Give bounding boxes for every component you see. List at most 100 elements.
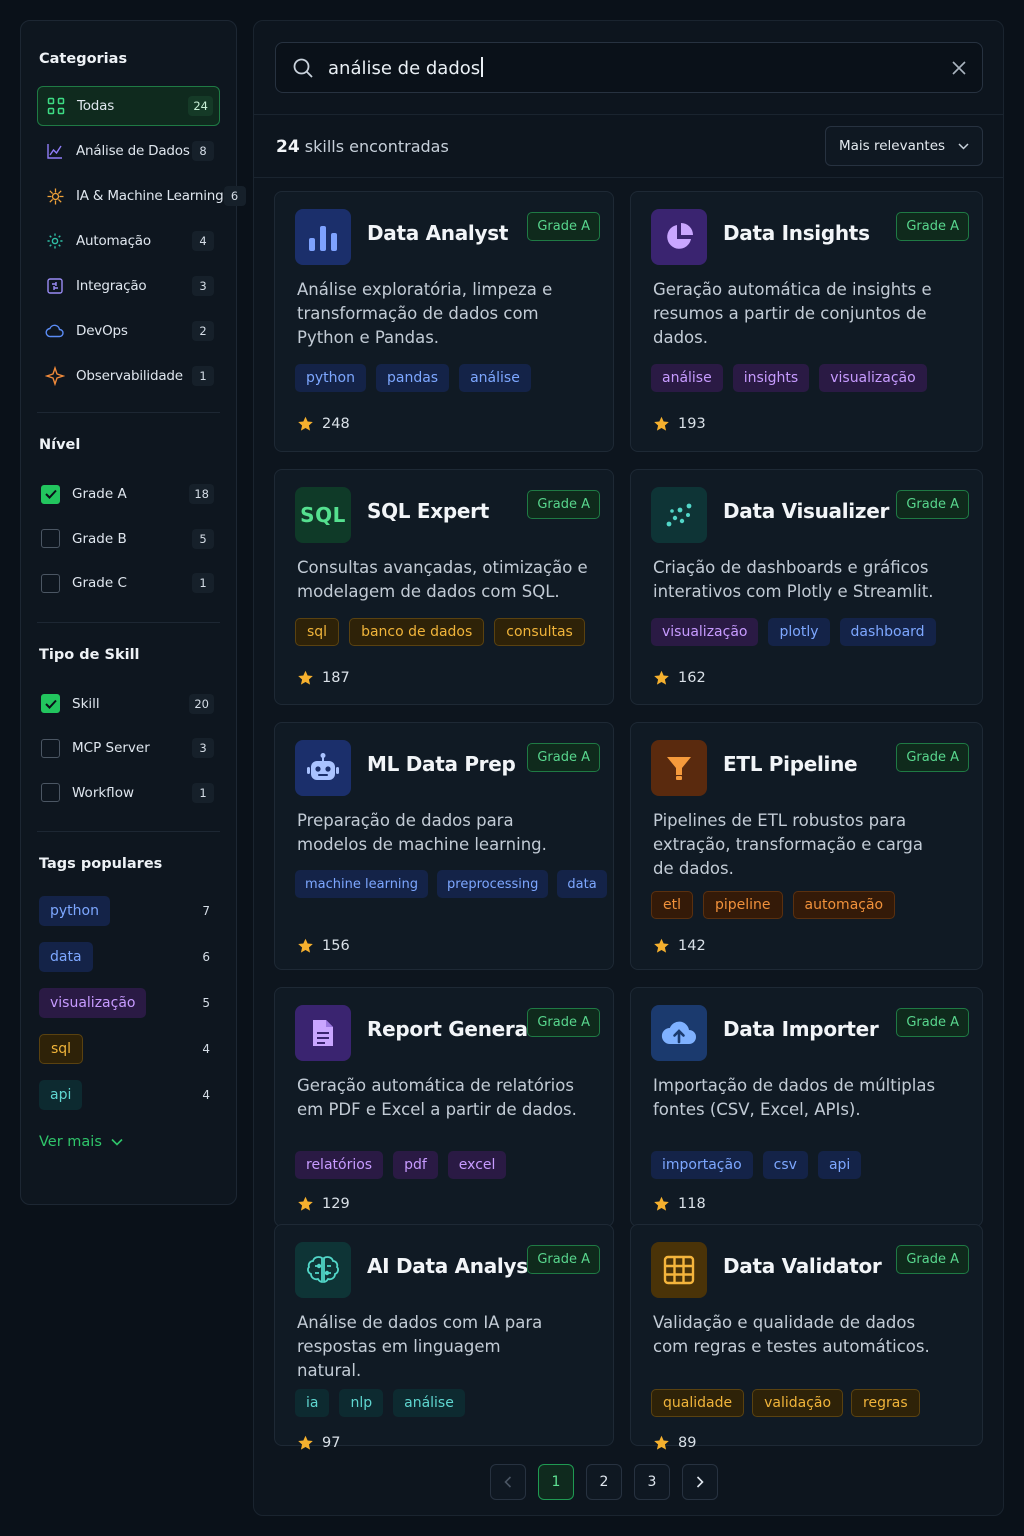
tag-pill[interactable]: excel [447,1151,507,1179]
divider [37,412,220,413]
skill-card-sql-expert[interactable]: SQL SQL Expert Grade A Consultas avançad… [274,469,614,705]
skill-card-ai-data-analyst[interactable]: AI Data Analyst Grade A Análise de dados… [274,1224,614,1451]
tag-pill[interactable]: análise [651,364,723,392]
level-option-grade-b[interactable]: Grade B 5 [37,517,220,562]
sort-dropdown[interactable]: Mais relevantes [825,126,983,166]
skill-card-data-visualizer[interactable]: Data Visualizer Grade A Criação de dashb… [630,469,983,705]
tag-pill[interactable]: nlp [339,1389,384,1417]
tag-pill[interactable]: ia [295,1389,330,1417]
card-title: Data Importer [723,1017,879,1041]
search-value[interactable]: análise de dados [328,57,952,79]
checkbox-checked[interactable] [41,484,60,504]
type-option-mcp-server[interactable]: MCP Server 3 [37,726,220,771]
checkbox-unchecked[interactable] [41,573,60,593]
skill-card-data-importer[interactable]: Data Importer Grade A Importação de dado… [630,987,983,1227]
tag-pill[interactable]: data [557,870,607,898]
popular-tags-list: python 7 data 6 visualização 5 sql 4 api… [37,888,220,1118]
grade-badge: Grade A [527,743,600,772]
card-rating: 162 [653,670,706,686]
table-icon [651,1242,707,1298]
category-item-observabilidade[interactable]: Observabilidade 1 [37,356,220,396]
tag-pill[interactable]: dashboard [839,618,936,646]
tag-pill[interactable]: python [295,364,366,392]
card-title: Data Visualizer [723,499,890,523]
checkbox-unchecked[interactable] [41,783,60,803]
tag-pill[interactable]: etl [651,891,693,919]
skill-card-etl-pipeline[interactable]: ETL Pipeline Grade A Pipelines de ETL ro… [630,722,983,970]
category-item-analise-de-dados[interactable]: Análise de Dados 8 [37,131,220,171]
tag-sql[interactable]: sql [39,1034,84,1064]
category-count: 8 [192,141,214,161]
skill-card-ml-data-prep[interactable]: ML Data Prep Grade A Preparação de dados… [274,722,614,970]
skill-card-data-validator[interactable]: Data Validator Grade A Validação e quali… [630,1224,983,1451]
level-option-grade-a[interactable]: Grade A 18 [37,472,220,517]
category-item-todas[interactable]: Todas 24 [37,86,220,126]
tag-pill[interactable]: preprocessing [437,870,549,898]
category-item-integracao[interactable]: Integração 3 [37,266,220,306]
tag-pill[interactable]: banco de dados [349,618,485,646]
close-icon[interactable] [952,60,966,75]
document-icon [295,1005,351,1061]
star-icon [654,938,669,953]
chevron-down-icon [958,142,969,150]
tag-pill[interactable]: regras [851,1389,920,1417]
page-button-2[interactable]: 2 [586,1464,622,1500]
tag-pill[interactable]: validação [752,1389,844,1417]
prev-page-button[interactable] [490,1464,526,1500]
see-more-link[interactable]: Ver mais [39,1134,220,1150]
tag-pill[interactable]: pipeline [703,891,783,919]
tag-pill[interactable]: api [817,1151,862,1179]
cloud-icon [45,321,65,341]
tag-pill[interactable]: plotly [768,618,830,646]
card-title: Data Insights [723,221,870,245]
tag-pill[interactable]: automação [792,891,896,919]
search-input[interactable]: análise de dados [275,42,983,93]
checkbox-unchecked[interactable] [41,529,60,549]
tag-pill[interactable]: machine learning [295,870,429,898]
type-option-workflow[interactable]: Workflow 1 [37,771,220,816]
cloud-upload-icon [651,1005,707,1061]
tag-pill[interactable]: análise [393,1389,465,1417]
page-button-1[interactable]: 1 [538,1464,574,1500]
checkbox-checked[interactable] [41,694,60,714]
tag-pill[interactable]: relatórios [295,1151,384,1179]
tag-pill[interactable]: visualização [819,364,927,392]
tag-pill[interactable]: csv [762,1151,808,1179]
category-item-automacao[interactable]: Automação 4 [37,221,220,261]
tag-visualizacao[interactable]: visualização [39,988,147,1018]
tag-api[interactable]: api [39,1080,83,1110]
tag-pill[interactable]: análise [459,364,531,392]
tag-data[interactable]: data [39,942,93,972]
popular-tag-row: data 6 [37,934,220,980]
page-button-3[interactable]: 3 [634,1464,670,1500]
tag-pill[interactable]: pdf [393,1151,438,1179]
sql-icon-text: SQL [300,503,346,527]
type-option-skill[interactable]: Skill 20 [37,682,220,727]
divider [37,621,220,623]
category-item-devops[interactable]: DevOps 2 [37,311,220,351]
star-icon [298,670,313,685]
level-option-grade-c[interactable]: Grade C 1 [37,561,220,606]
tag-pill[interactable]: importação [651,1151,753,1179]
tag-pill[interactable]: pandas [375,364,450,392]
skill-card-data-insights[interactable]: Data Insights Grade A Geração automática… [630,191,983,452]
card-tags: etl pipeline automação [651,891,896,919]
skill-card-data-analyst[interactable]: Data Analyst Grade A Análise exploratóri… [274,191,614,452]
card-title: ETL Pipeline [723,752,858,776]
tag-pill[interactable]: insights [732,364,810,392]
skill-card-report-generator[interactable]: Report Generator Grade A Geração automát… [274,987,614,1227]
category-item-ia-machine-learning[interactable]: IA & Machine Learning 6 [37,176,246,216]
tag-pill[interactable]: consultas [494,618,585,646]
grade-badge: Grade A [527,212,600,241]
tag-python[interactable]: python [39,896,110,926]
next-page-button[interactable] [682,1464,718,1500]
line-chart-icon [45,141,65,161]
card-tags: python pandas análise [295,364,531,392]
category-count: 3 [192,276,214,296]
tag-pill[interactable]: qualidade [651,1389,745,1417]
card-tags: importação csv api [651,1151,862,1179]
tag-pill[interactable]: sql [295,618,340,646]
tag-pill[interactable]: visualização [651,618,759,646]
rating-count: 248 [322,416,350,432]
checkbox-unchecked[interactable] [41,738,60,758]
